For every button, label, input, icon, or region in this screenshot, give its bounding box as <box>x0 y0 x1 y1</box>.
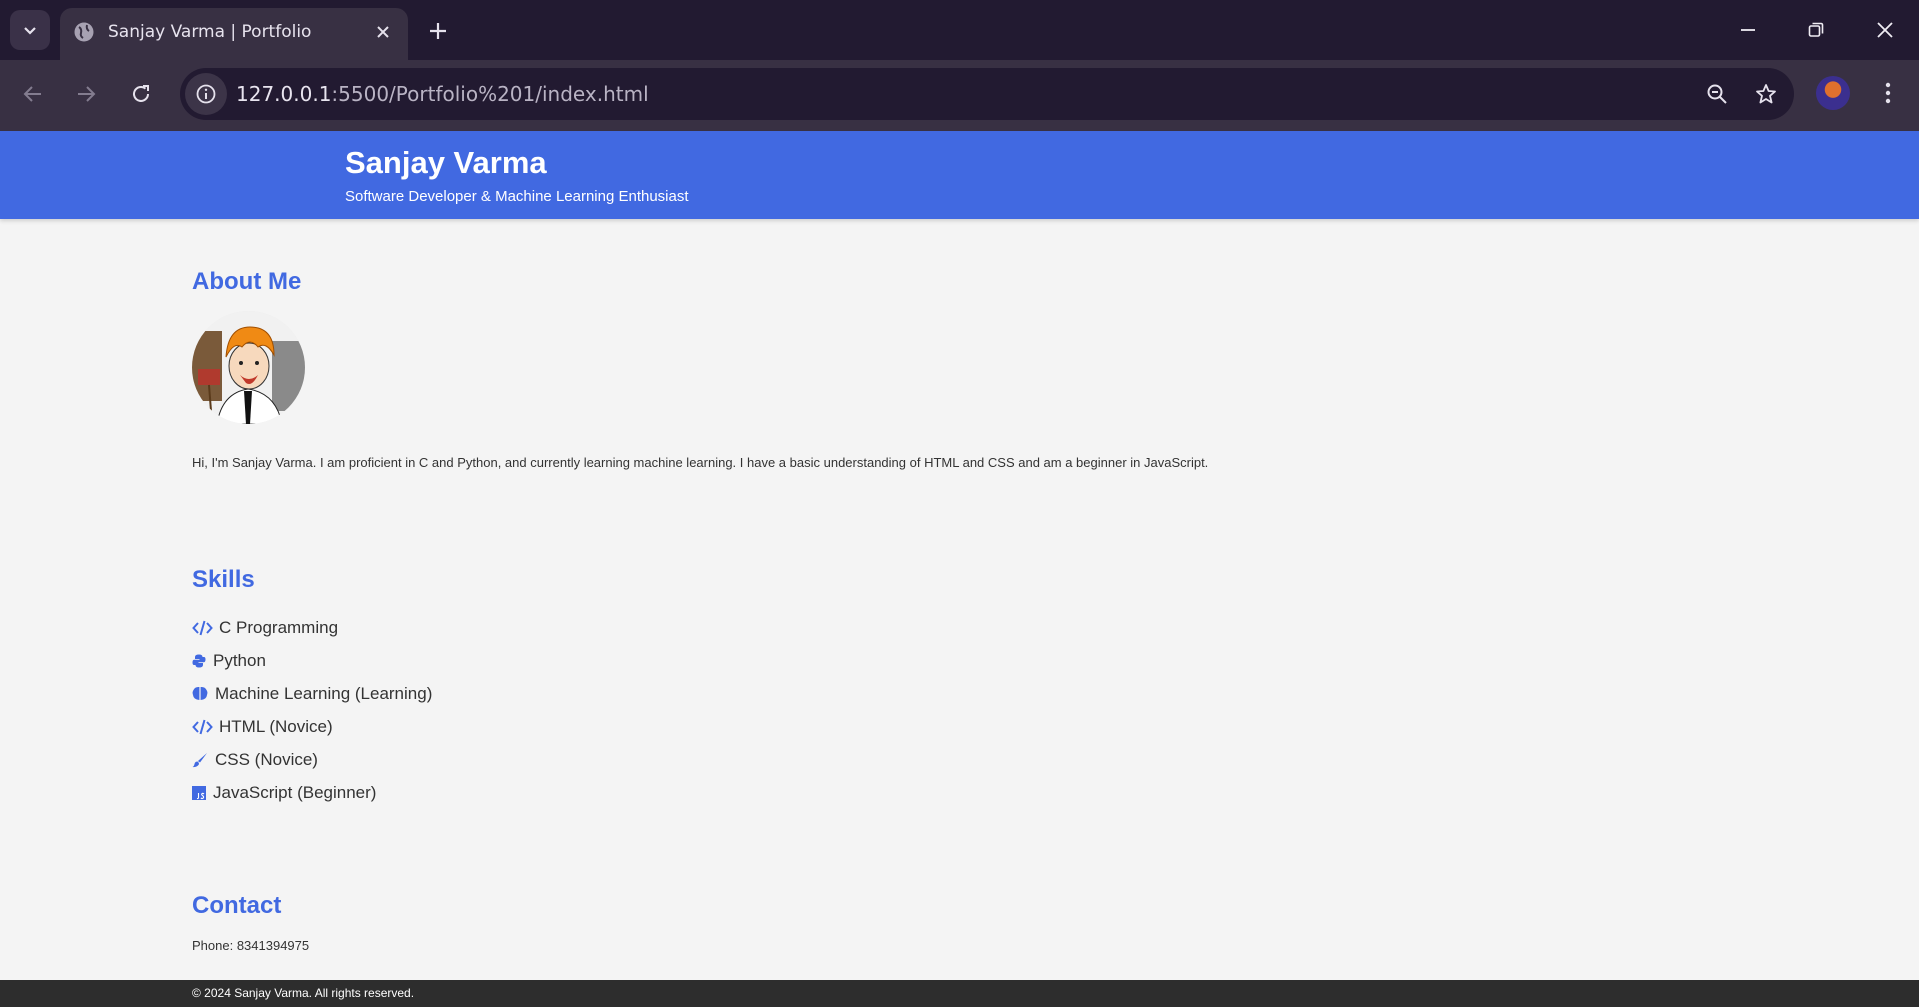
skill-item: HTML (Novice) <box>192 710 432 743</box>
site-tagline: Software Developer & Machine Learning En… <box>345 188 689 205</box>
skill-item: CSS (Novice) <box>192 743 432 776</box>
minimize-button[interactable] <box>1732 14 1764 46</box>
address-bar[interactable]: 127.0.0.1:5500/Portfolio%201/index.html <box>180 68 1794 120</box>
skill-label: C Programming <box>219 617 339 637</box>
profile-avatar[interactable] <box>1816 76 1850 110</box>
tab-search-button[interactable] <box>10 10 50 50</box>
plus-icon[interactable] <box>424 17 452 45</box>
globe-icon <box>74 22 94 42</box>
skill-label: HTML (Novice) <box>219 716 333 736</box>
browser-tab-bar: Sanjay Varma | Portfolio <box>0 0 1919 60</box>
info-icon <box>196 84 216 104</box>
skill-item: Machine Learning (Learning) <box>192 677 432 710</box>
bookmark-button[interactable] <box>1752 80 1780 108</box>
reload-icon <box>133 85 149 102</box>
browser-tab[interactable]: Sanjay Varma | Portfolio <box>60 8 408 60</box>
skill-item: Python <box>192 644 432 677</box>
skill-item: C Programming <box>192 611 432 644</box>
skill-label: Python <box>213 650 266 670</box>
close-window-button[interactable] <box>1869 14 1901 46</box>
paintbrush-icon <box>192 751 210 769</box>
zoom-out-icon <box>1707 84 1727 104</box>
js-icon <box>192 784 208 802</box>
arrow-right-icon <box>78 86 96 102</box>
skill-label: Machine Learning (Learning) <box>215 683 433 703</box>
footer-copyright: © 2024 Sanjay Varma. All rights reserved… <box>192 986 415 1000</box>
site-name: Sanjay Varma <box>345 145 547 180</box>
close-icon <box>1877 22 1893 38</box>
skill-label: JavaScript (Beginner) <box>213 782 377 802</box>
chevron-down-icon <box>24 27 36 35</box>
contact-title: Contact <box>192 892 282 919</box>
back-button[interactable] <box>17 78 49 110</box>
page-viewport: Sanjay Varma Software Developer & Machin… <box>0 131 1919 1007</box>
contact-phone: Phone: 8341394975 <box>192 938 310 953</box>
site-info-button[interactable] <box>185 73 227 115</box>
skill-item: JavaScript (Beginner) <box>192 776 432 809</box>
more-vertical-icon <box>1885 82 1891 104</box>
about-text: Hi, I'm Sanjay Varma. I am proficient in… <box>192 455 1209 470</box>
python-icon <box>192 652 208 670</box>
zoom-button[interactable] <box>1703 80 1731 108</box>
brain-icon <box>192 685 210 703</box>
reload-button[interactable] <box>125 78 157 110</box>
star-icon <box>1756 84 1776 104</box>
url-path: :5500/Portfolio%201/index.html <box>331 82 649 106</box>
url-host: 127.0.0.1 <box>236 82 332 106</box>
browser-toolbar: 127.0.0.1:5500/Portfolio%201/index.html <box>0 60 1919 131</box>
site-header: Sanjay Varma Software Developer & Machin… <box>0 131 1919 219</box>
browser-menu-button[interactable] <box>1872 76 1904 110</box>
skill-label: CSS (Novice) <box>215 749 318 769</box>
url-text[interactable]: 127.0.0.1:5500/Portfolio%201/index.html <box>236 82 649 106</box>
skills-title: Skills <box>192 566 255 593</box>
code-icon <box>192 718 214 736</box>
profile-photo <box>192 311 305 424</box>
forward-button[interactable] <box>70 78 102 110</box>
skills-list: C Programming Python Machine Learning (L… <box>192 611 432 809</box>
site-footer: © 2024 Sanjay Varma. All rights reserved… <box>0 980 1919 1007</box>
close-icon[interactable] <box>372 21 394 43</box>
tab-title: Sanjay Varma | Portfolio <box>108 22 312 42</box>
cartoon-avatar-image <box>192 311 305 424</box>
about-title: About Me <box>192 268 302 295</box>
restore-button[interactable] <box>1800 14 1832 46</box>
code-icon <box>192 619 214 637</box>
arrow-left-icon <box>23 86 41 102</box>
minimize-icon <box>1741 29 1755 31</box>
restore-icon <box>1808 22 1824 37</box>
